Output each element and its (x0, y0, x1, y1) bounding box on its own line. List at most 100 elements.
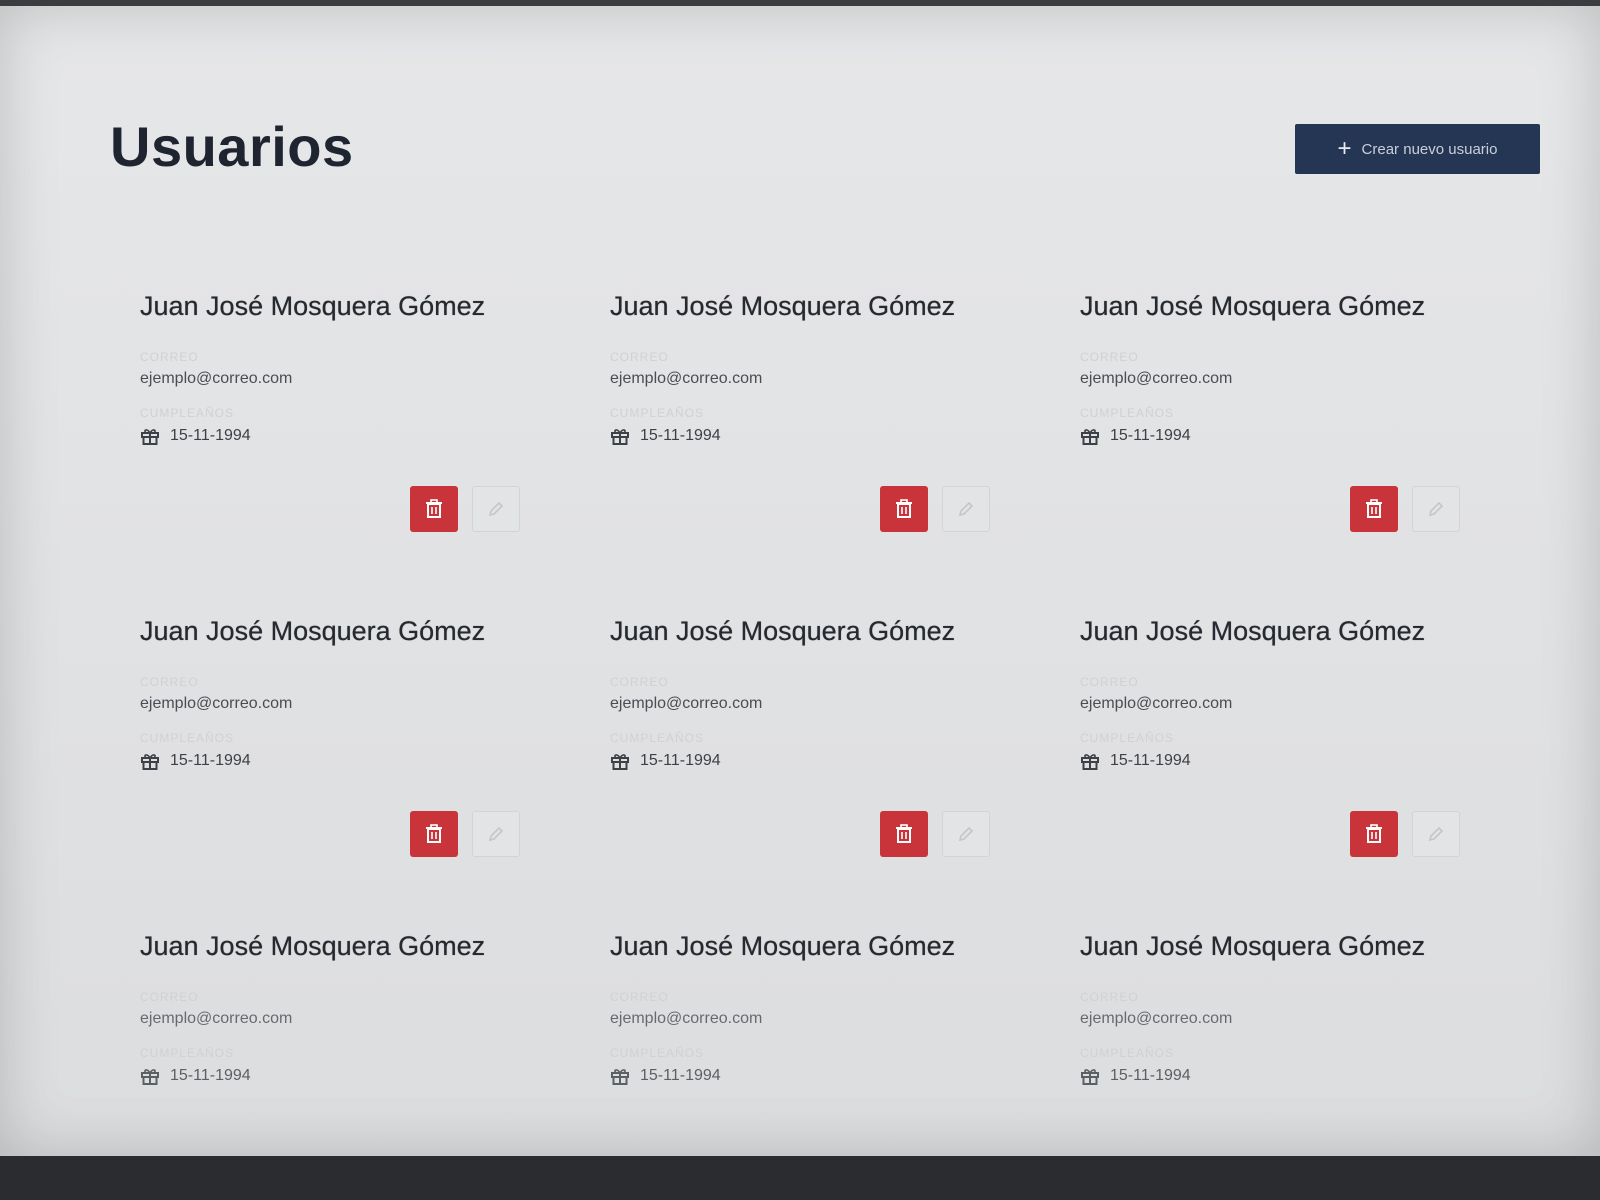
edit-user-button[interactable] (1412, 811, 1460, 857)
edit-user-button[interactable] (472, 486, 520, 532)
user-birthday-row: 15-11-1994 (610, 426, 1040, 446)
user-name: Juan José Mosquera Gómez (140, 616, 486, 646)
birthday-label: Cumpleaños (610, 1046, 705, 1060)
delete-user-button[interactable] (880, 486, 928, 532)
user-birthday: 15-11-1994 (1110, 1067, 1191, 1084)
user-email: ejemplo@correo.com (610, 370, 763, 387)
birthday-label: Cumpleaños (1080, 1046, 1175, 1060)
trash-icon (426, 499, 442, 518)
user-birthday-row: 15-11-1994 (610, 751, 1040, 771)
user-birthday: 15-11-1994 (1110, 752, 1191, 769)
trash-icon (1366, 499, 1382, 518)
user-name: Juan José Mosquera Gómez (1080, 291, 1426, 321)
user-birthday: 15-11-1994 (170, 752, 251, 769)
gift-icon (611, 429, 629, 445)
user-email: ejemplo@correo.com (140, 370, 293, 387)
email-label: Correo (610, 350, 669, 364)
card-actions (1350, 811, 1460, 857)
user-birthday: 15-11-1994 (640, 1067, 721, 1084)
user-card: Juan José Mosquera Gómez Correo ejemplo@… (120, 586, 590, 901)
delete-user-button[interactable] (410, 486, 458, 532)
birthday-label: Cumpleaños (140, 406, 235, 420)
page-title: Usuarios (110, 115, 354, 178)
pencil-icon (1428, 501, 1444, 517)
user-card: Juan José Mosquera Gómez Correo ejemplo@… (120, 261, 590, 586)
user-birthday-row: 15-11-1994 (1080, 751, 1510, 771)
gift-icon (141, 1069, 159, 1085)
user-name: Juan José Mosquera Gómez (610, 616, 956, 646)
user-name: Juan José Mosquera Gómez (140, 291, 486, 321)
user-birthday: 15-11-1994 (640, 752, 721, 769)
user-birthday-row: 15-11-1994 (140, 426, 570, 446)
user-email: ejemplo@correo.com (140, 1010, 293, 1027)
birthday-label: Cumpleaños (140, 1046, 235, 1060)
edit-user-button[interactable] (472, 811, 520, 857)
plus-icon: + (1337, 135, 1352, 162)
gift-icon (611, 754, 629, 770)
email-label: Correo (1080, 675, 1139, 689)
delete-user-button[interactable] (1350, 486, 1398, 532)
pencil-icon (1428, 826, 1444, 842)
email-label: Correo (140, 350, 199, 364)
user-birthday: 15-11-1994 (640, 427, 721, 444)
edit-user-button[interactable] (942, 486, 990, 532)
card-actions (1350, 486, 1460, 532)
user-card: Juan José Mosquera Gómez Correo ejemplo@… (1060, 261, 1530, 586)
email-label: Correo (1080, 990, 1139, 1004)
card-actions (880, 811, 990, 857)
trash-icon (426, 824, 442, 843)
trash-icon (896, 499, 912, 518)
user-email: ejemplo@correo.com (1080, 695, 1233, 712)
user-email: ejemplo@correo.com (610, 1010, 763, 1027)
birthday-label: Cumpleaños (610, 406, 705, 420)
gift-icon (611, 1069, 629, 1085)
user-card: Juan José Mosquera Gómez Correo ejemplo@… (590, 901, 1060, 1156)
user-name: Juan José Mosquera Gómez (610, 931, 956, 961)
user-birthday-row: 15-11-1994 (140, 1066, 570, 1086)
monitor-bottom-bezel (0, 1156, 1600, 1200)
user-birthday: 15-11-1994 (170, 1067, 251, 1084)
user-birthday-row: 15-11-1994 (1080, 1066, 1510, 1086)
user-email: ejemplo@correo.com (1080, 1010, 1233, 1027)
email-label: Correo (140, 675, 199, 689)
trash-icon (896, 824, 912, 843)
delete-user-button[interactable] (880, 811, 928, 857)
user-card: Juan José Mosquera Gómez Correo ejemplo@… (590, 586, 1060, 901)
user-card: Juan José Mosquera Gómez Correo ejemplo@… (120, 901, 590, 1156)
birthday-label: Cumpleaños (1080, 406, 1175, 420)
card-actions (880, 486, 990, 532)
app-screen: Usuarios + Crear nuevo usuario Juan José… (0, 6, 1600, 1156)
email-label: Correo (140, 990, 199, 1004)
users-grid: Juan José Mosquera Gómez Correo ejemplo@… (120, 261, 1530, 1156)
user-birthday: 15-11-1994 (170, 427, 251, 444)
birthday-label: Cumpleaños (610, 731, 705, 745)
card-actions (410, 811, 520, 857)
edit-user-button[interactable] (1412, 486, 1460, 532)
gift-icon (1081, 754, 1099, 770)
user-card: Juan José Mosquera Gómez Correo ejemplo@… (590, 261, 1060, 586)
card-actions (410, 486, 520, 532)
gift-icon (141, 754, 159, 770)
create-user-button[interactable]: + Crear nuevo usuario (1295, 124, 1540, 174)
delete-user-button[interactable] (1350, 811, 1398, 857)
pencil-icon (958, 826, 974, 842)
pencil-icon (488, 501, 504, 517)
gift-icon (1081, 429, 1099, 445)
email-label: Correo (610, 675, 669, 689)
trash-icon (1366, 824, 1382, 843)
create-user-button-label: Crear nuevo usuario (1361, 140, 1498, 158)
birthday-label: Cumpleaños (1080, 731, 1175, 745)
user-birthday-row: 15-11-1994 (1080, 426, 1510, 446)
user-birthday-row: 15-11-1994 (140, 751, 570, 771)
edit-user-button[interactable] (942, 811, 990, 857)
user-name: Juan José Mosquera Gómez (1080, 931, 1426, 961)
pencil-icon (958, 501, 974, 517)
user-card: Juan José Mosquera Gómez Correo ejemplo@… (1060, 901, 1530, 1156)
delete-user-button[interactable] (410, 811, 458, 857)
user-name: Juan José Mosquera Gómez (1080, 616, 1426, 646)
user-email: ejemplo@correo.com (610, 695, 763, 712)
user-name: Juan José Mosquera Gómez (610, 291, 956, 321)
user-birthday: 15-11-1994 (1110, 427, 1191, 444)
gift-icon (141, 429, 159, 445)
birthday-label: Cumpleaños (140, 731, 235, 745)
